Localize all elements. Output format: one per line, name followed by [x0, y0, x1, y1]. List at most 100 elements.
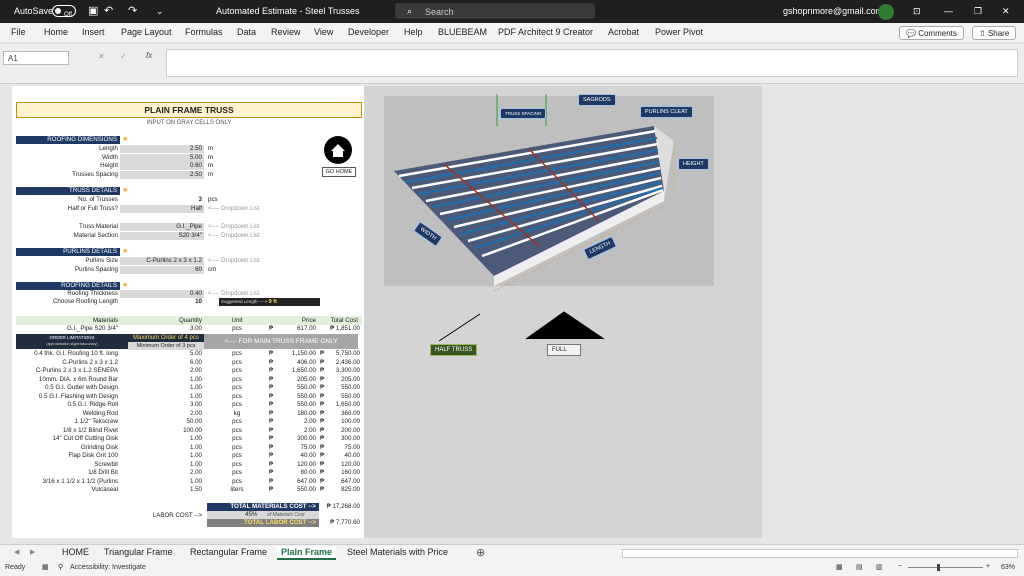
- accessibility-icon[interactable]: ⚲: [58, 563, 63, 571]
- total-materials-label: TOTAL MATERIALS COST -->: [207, 503, 319, 511]
- dropdown-note: <---- Dropdown List: [208, 224, 260, 230]
- add-sheet-icon[interactable]: ⊕: [476, 546, 485, 559]
- truss-details-header: TRUSS DETAILS: [16, 187, 120, 195]
- suggested-value: 9 ft: [268, 299, 277, 305]
- menu-data[interactable]: Data: [237, 27, 256, 37]
- material-unit: pcs: [232, 367, 242, 374]
- col-quantity: Quantity: [178, 317, 202, 324]
- material-total: 5,750.00: [335, 350, 360, 357]
- window-title[interactable]: Automated Estimate - Steel Trusses: [216, 6, 360, 16]
- purlins-cleat-label: PURLINS CLEAT: [640, 106, 693, 118]
- avatar[interactable]: [878, 4, 894, 20]
- roofing-dim-input[interactable]: 2.50: [120, 145, 204, 153]
- material-qty: 1.50: [189, 486, 202, 493]
- truss-detail-input[interactable]: Half: [120, 205, 204, 213]
- menu-home[interactable]: Home: [44, 27, 68, 37]
- zoom-slider-handle[interactable]: [937, 564, 940, 571]
- material-unit: pcs: [232, 418, 242, 425]
- redo-icon[interactable]: ↷: [128, 4, 137, 17]
- material-price: 120.00: [297, 460, 316, 468]
- tab-scroll-left-icon[interactable]: ◀: [14, 548, 19, 556]
- menu-view[interactable]: View: [314, 27, 333, 37]
- menu-insert[interactable]: Insert: [82, 27, 105, 37]
- half-truss-button[interactable]: HALF TRUSS: [430, 344, 478, 356]
- minimize-icon[interactable]: —: [944, 6, 953, 16]
- menu-power-pivot[interactable]: Power Pivot: [655, 27, 703, 37]
- close-icon[interactable]: ✕: [1002, 6, 1010, 17]
- roofing-dim-input[interactable]: 5.00: [120, 153, 204, 162]
- comments-button[interactable]: 💬 Comments: [899, 26, 964, 40]
- zoom-level[interactable]: 63%: [1001, 564, 1015, 571]
- menu-file[interactable]: File: [11, 27, 26, 37]
- zoom-out-icon[interactable]: −: [898, 563, 902, 570]
- col-price: Price: [301, 317, 316, 324]
- tab-steel-materials[interactable]: Steel Materials with Price: [343, 546, 452, 558]
- menu-pdf-architect[interactable]: PDF Architect 9 Creator: [498, 27, 593, 37]
- purlins-detail-label: Purlins Size: [85, 257, 118, 264]
- account-email[interactable]: gshopnmore@gmail.com: [783, 6, 883, 16]
- labor-percent[interactable]: 45%: [245, 511, 257, 519]
- home-icon[interactable]: [324, 136, 352, 164]
- truss-detail-input[interactable]: G.I._Pipe: [120, 223, 204, 231]
- roofing-dim-input[interactable]: 0.60: [120, 162, 204, 171]
- tab-scroll-right-icon[interactable]: ▶: [30, 548, 35, 556]
- full-truss-button[interactable]: FULL: [547, 344, 581, 356]
- customize-icon[interactable]: ⌄: [156, 6, 164, 17]
- name-box[interactable]: A1: [3, 51, 69, 65]
- macro-icon[interactable]: ▦: [42, 563, 49, 571]
- formula-input[interactable]: [166, 49, 1018, 77]
- menu-formulas[interactable]: Formulas: [185, 27, 223, 37]
- horizontal-scrollbar[interactable]: [622, 549, 1018, 558]
- tab-plain-frame[interactable]: Plain Frame: [277, 546, 337, 560]
- menu-review[interactable]: Review: [271, 27, 301, 37]
- tab-rectangular-frame[interactable]: Rectangular Frame: [186, 546, 271, 558]
- labor-percent-row[interactable]: 45% of Materials Cost: [207, 511, 319, 519]
- material-qty: 6.00: [189, 358, 202, 366]
- go-home-button[interactable]: GO HOME: [322, 167, 356, 177]
- material-qty: 1.00: [189, 375, 202, 383]
- fx-icon[interactable]: fx: [146, 51, 152, 60]
- menu-bluebeam[interactable]: BLUEBEAM: [438, 27, 487, 37]
- tab-triangular-frame[interactable]: Triangular Frame: [100, 546, 177, 558]
- material-qty: 100.00: [183, 426, 202, 434]
- min-order: Minimum Order of 3 pcs: [128, 342, 204, 350]
- save-icon[interactable]: ▣: [88, 4, 98, 17]
- purlins-detail-input[interactable]: C-Purlins 2 x 3 x 1.2: [120, 257, 204, 265]
- material-price: 2.00: [303, 426, 316, 434]
- purlins-detail-input[interactable]: 60: [120, 265, 204, 274]
- undo-icon[interactable]: ↶: [104, 4, 113, 17]
- autosave-toggle[interactable]: Off: [52, 5, 76, 18]
- roofing-dim-input[interactable]: 2.50: [120, 171, 204, 180]
- ribbon-display-icon[interactable]: ⊡: [913, 6, 921, 17]
- roofing-dim-unit: m: [208, 162, 214, 170]
- menu-help[interactable]: Help: [404, 27, 423, 37]
- share-button[interactable]: ⇧ Share: [972, 26, 1017, 40]
- col-unit: Unit: [231, 317, 243, 324]
- accessibility-status[interactable]: Accessibility: Investigate: [70, 564, 146, 571]
- truss-detail-input[interactable]: S20 3/4": [120, 232, 204, 240]
- truss-detail-input[interactable]: 3: [120, 196, 204, 204]
- material-qty: 1.00: [189, 460, 202, 468]
- total-labor-label: TOTAL LABOR COST -->: [207, 519, 319, 527]
- tab-home[interactable]: HOME: [58, 546, 93, 558]
- page-break-view-icon[interactable]: ▥: [876, 563, 883, 571]
- zoom-slider[interactable]: [908, 567, 983, 568]
- material-qty: 1.00: [189, 392, 202, 400]
- roofing-thickness-input[interactable]: 0.40: [120, 290, 204, 298]
- roofing-dim-unit: m: [208, 145, 214, 152]
- material-qty: 2.00: [189, 469, 202, 476]
- enter-icon[interactable]: ✓: [120, 52, 127, 61]
- search-box[interactable]: ⌕ Search: [395, 3, 595, 19]
- labor-of-label: of Materials Cost: [267, 512, 305, 518]
- zoom-in-icon[interactable]: +: [986, 563, 990, 570]
- restore-icon[interactable]: ❐: [974, 6, 982, 17]
- menu-developer[interactable]: Developer: [348, 27, 389, 37]
- normal-view-icon[interactable]: ▦: [836, 563, 843, 571]
- menu-page-layout[interactable]: Page Layout: [121, 27, 172, 37]
- page-layout-view-icon[interactable]: ▤: [856, 563, 863, 571]
- cancel-icon[interactable]: ✕: [98, 52, 105, 61]
- menu-acrobat[interactable]: Acrobat: [608, 27, 639, 37]
- roofing-length-input[interactable]: 10: [120, 298, 204, 306]
- material-unit: pcs: [232, 477, 242, 485]
- material-qty: 5.00: [189, 350, 202, 357]
